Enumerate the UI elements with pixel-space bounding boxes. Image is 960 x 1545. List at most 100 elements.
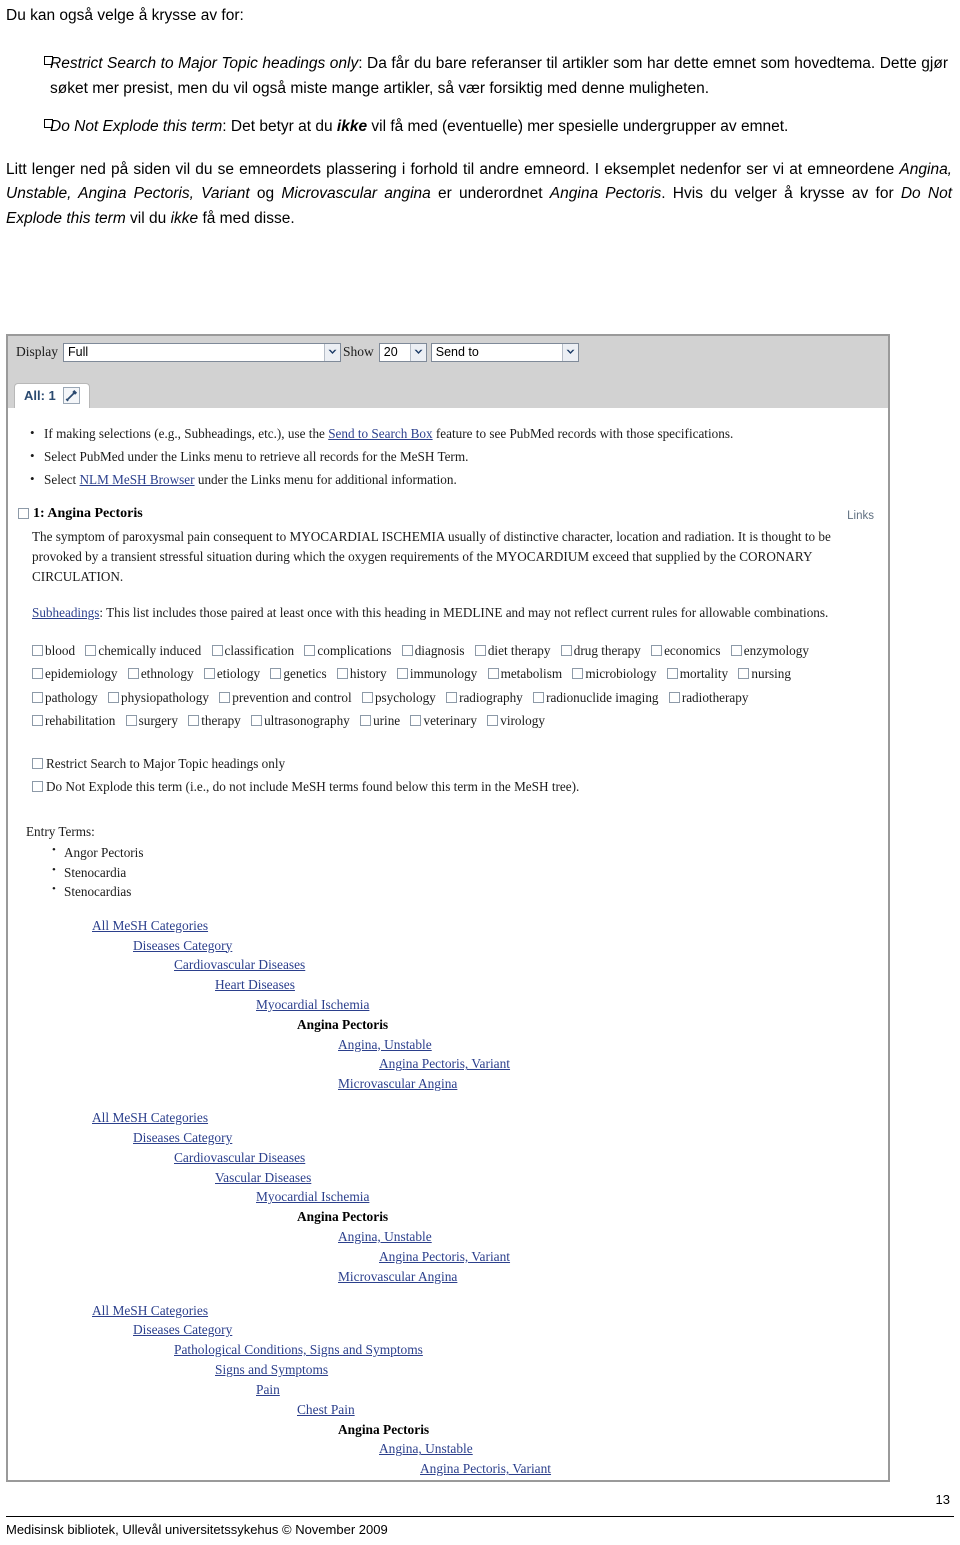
subheading-option[interactable]: virology [487, 713, 545, 728]
mesh-term-checkbox[interactable] [18, 508, 29, 520]
mesh-tree-link-row[interactable]: Angina Pectoris, Variant [18, 1054, 878, 1074]
subheading-checkbox[interactable] [361, 691, 373, 703]
links-menu-label[interactable]: Links [847, 508, 878, 525]
subheading-option[interactable]: psychology [361, 690, 436, 705]
subheading-option[interactable]: physiopathology [108, 690, 209, 705]
subheading-checkbox[interactable] [533, 691, 545, 703]
mesh-tree-link-row[interactable]: All MeSH Categories [18, 1108, 878, 1128]
subheading-option[interactable]: diagnosis [401, 643, 465, 658]
subheading-checkbox[interactable] [32, 715, 43, 727]
mesh-tree-link-row[interactable]: Diseases Category [18, 1128, 878, 1148]
subheading-option[interactable]: economics [651, 643, 720, 658]
mesh-tree-link-row[interactable]: Heart Diseases [18, 975, 878, 995]
mesh-tree-link-row[interactable]: Myocardial Ischemia [18, 1187, 878, 1207]
subheading-option[interactable]: veterinary [410, 713, 477, 728]
mesh-tree-link-row[interactable]: All MeSH Categories [18, 916, 878, 936]
subheading-option[interactable]: therapy [188, 713, 241, 728]
subheading-option[interactable]: surgery [125, 713, 178, 728]
subheading-checkbox[interactable] [666, 668, 678, 680]
subheading-checkbox[interactable] [487, 668, 499, 680]
restrict-major-topic-checkbox[interactable] [32, 757, 43, 769]
subheading-checkbox[interactable] [446, 691, 458, 703]
subheading-checkbox[interactable] [474, 644, 486, 656]
subheading-option[interactable]: pathology [32, 690, 98, 705]
subheading-checkbox[interactable] [203, 668, 215, 680]
subheading-checkbox[interactable] [32, 644, 43, 656]
subheading-checkbox[interactable] [125, 715, 137, 727]
mesh-tree-link-row[interactable]: Angina, Unstable [18, 1035, 878, 1055]
subheading-checkbox[interactable] [336, 668, 348, 680]
mesh-tree-link-row[interactable]: Vascular Diseases [18, 1168, 878, 1188]
subheading-checkbox[interactable] [211, 644, 223, 656]
subheading-option[interactable]: classification [211, 643, 294, 658]
subheading-option[interactable]: nursing [738, 666, 791, 681]
mesh-tree-link-row[interactable]: Angina Pectoris, Variant [18, 1247, 878, 1267]
subheading-checkbox[interactable] [188, 715, 200, 727]
subheading-option[interactable]: complications [304, 643, 391, 658]
subheading-checkbox[interactable] [251, 715, 263, 727]
mesh-tree-link-row[interactable]: Cardiovascular Diseases [18, 1148, 878, 1168]
mesh-tree-link-row[interactable]: Pathological Conditions, Signs and Sympt… [18, 1340, 878, 1360]
subheading-option[interactable]: metabolism [487, 666, 562, 681]
restrict-major-topic-row[interactable]: Restrict Search to Major Topic headings … [32, 753, 878, 776]
mesh-tree-link-row[interactable]: All MeSH Categories [18, 1301, 878, 1321]
mesh-tree-link-row[interactable]: Microvascular Angina [18, 1267, 878, 1287]
subheading-checkbox[interactable] [127, 668, 139, 680]
subheading-checkbox[interactable] [668, 691, 680, 703]
subheading-option[interactable]: ethnology [127, 666, 194, 681]
subheading-option[interactable]: radiotherapy [668, 690, 748, 705]
mesh-tree-link-row[interactable]: Pain [18, 1380, 878, 1400]
subheading-option[interactable]: diet therapy [474, 643, 550, 658]
subheading-checkbox[interactable] [572, 668, 584, 680]
subheading-checkbox[interactable] [396, 668, 408, 680]
mesh-tree-link-row[interactable]: Signs and Symptoms [18, 1360, 878, 1380]
subheading-option[interactable]: drug therapy [560, 643, 641, 658]
subheading-option[interactable]: rehabilitation [32, 713, 115, 728]
subheading-checkbox[interactable] [651, 644, 663, 656]
subheading-checkbox[interactable] [219, 691, 231, 703]
mesh-tree-link-row[interactable]: Microvascular Angina [18, 1074, 878, 1094]
mesh-tree-link-row[interactable]: Angina, Unstable [18, 1439, 878, 1459]
subheading-option[interactable]: enzymology [730, 643, 809, 658]
subheading-checkbox[interactable] [360, 715, 372, 727]
mesh-tree-link-row[interactable]: Diseases Category [18, 1320, 878, 1340]
subheading-checkbox[interactable] [304, 644, 316, 656]
do-not-explode-row[interactable]: Do Not Explode this term (i.e., do not i… [32, 776, 878, 799]
send-to-select[interactable]: Send to [430, 342, 579, 362]
nlm-mesh-browser-link[interactable]: NLM MeSH Browser [80, 472, 195, 487]
subheading-option[interactable]: chemically induced [85, 643, 201, 658]
subheading-checkbox[interactable] [85, 644, 97, 656]
subheading-checkbox[interactable] [32, 691, 43, 703]
subheading-option[interactable]: urine [360, 713, 400, 728]
subheading-option[interactable]: mortality [666, 666, 728, 681]
do-not-explode-checkbox[interactable] [32, 780, 43, 792]
subheading-option[interactable]: epidemiology [32, 666, 118, 681]
mesh-tree-link-row[interactable]: Chest Pain [18, 1400, 878, 1420]
subheading-option[interactable]: blood [32, 643, 75, 658]
subheading-option[interactable]: etiology [203, 666, 260, 681]
subheading-checkbox[interactable] [410, 715, 422, 727]
subheading-checkbox[interactable] [560, 644, 572, 656]
subheading-option[interactable]: radionuclide imaging [533, 690, 659, 705]
subheading-option[interactable]: microbiology [572, 666, 656, 681]
mesh-tree-link-row[interactable]: Diseases Category [18, 936, 878, 956]
subheading-checkbox[interactable] [270, 668, 282, 680]
wrench-icon[interactable] [62, 387, 80, 404]
subheading-option[interactable]: immunology [396, 666, 477, 681]
subheading-option[interactable]: history [336, 666, 387, 681]
subheadings-link[interactable]: Subheadings [32, 605, 99, 620]
subheading-option[interactable]: radiography [446, 690, 523, 705]
subheading-checkbox[interactable] [487, 715, 499, 727]
subheading-checkbox[interactable] [108, 691, 120, 703]
mesh-tree-link-row[interactable]: Angina, Unstable [18, 1227, 878, 1247]
subheading-option[interactable]: prevention and control [219, 690, 352, 705]
subheading-checkbox[interactable] [738, 668, 750, 680]
subheading-checkbox[interactable] [730, 644, 742, 656]
send-to-search-box-link[interactable]: Send to Search Box [328, 426, 432, 441]
mesh-tree-link-row[interactable]: Myocardial Ischemia [18, 995, 878, 1015]
subheading-checkbox[interactable] [401, 644, 413, 656]
subheading-option[interactable]: genetics [270, 666, 327, 681]
mesh-tree-link-row[interactable]: Cardiovascular Diseases [18, 955, 878, 975]
subheading-option[interactable]: ultrasonography [251, 713, 350, 728]
mesh-tree-link-row[interactable]: Angina Pectoris, Variant [18, 1459, 878, 1479]
